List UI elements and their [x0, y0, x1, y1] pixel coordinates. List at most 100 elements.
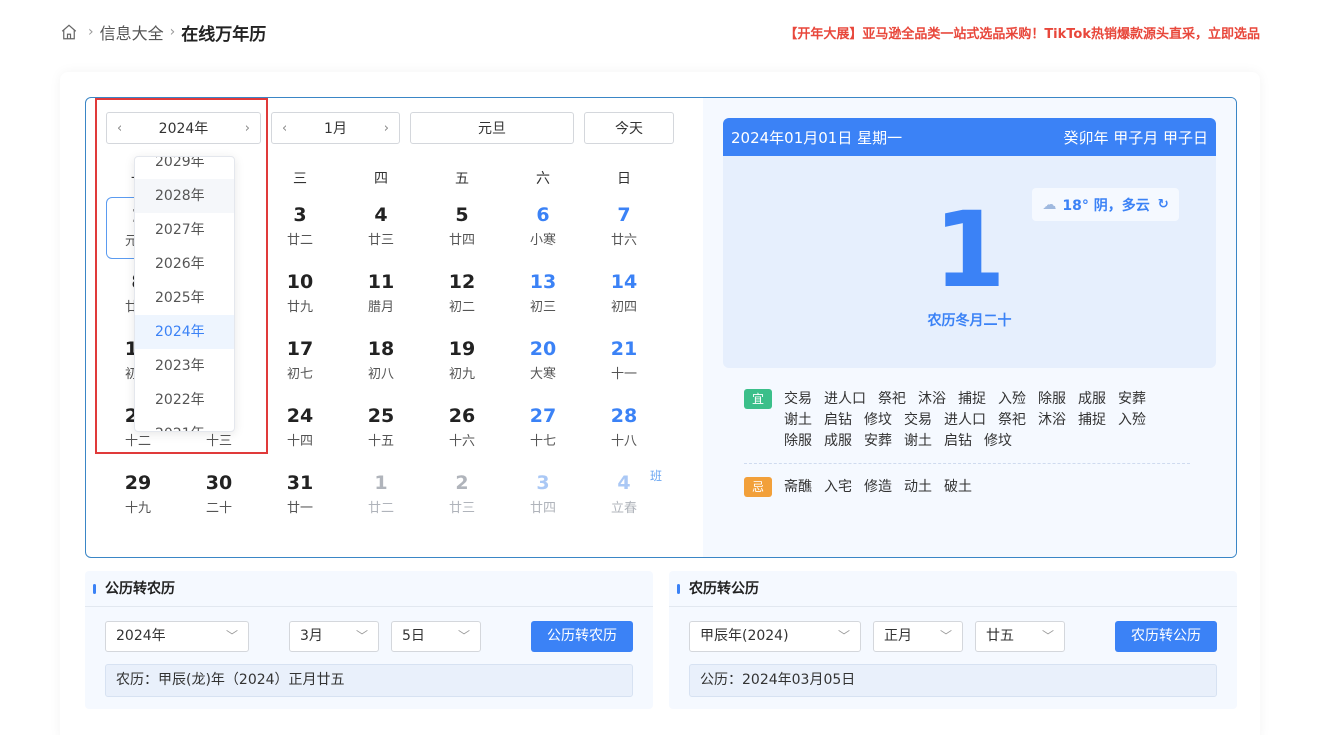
day-number: 17 — [286, 338, 314, 360]
weather-text: 18° 阴，多云 — [1062, 197, 1150, 214]
yi-word: 修坟 — [864, 412, 892, 428]
yi-word: 祭祀 — [998, 412, 1026, 428]
lunar-day: 立春 — [610, 501, 637, 516]
calendar-day[interactable]: 24 十四 — [268, 398, 332, 460]
lunar-day: 廿四 — [529, 501, 556, 516]
day-number: 27 — [529, 405, 557, 427]
yi-word: 安葬 — [864, 433, 892, 449]
solar-to-lunar-panel: 公历转农历 2024年 ﹀ 3月 ﹀ 5日 ﹀ 公历转农历 农历：甲辰(龙)年（202… — [85, 571, 653, 709]
yi-word: 交易 — [784, 391, 812, 407]
prev-month-icon[interactable]: ‹ — [282, 121, 287, 136]
solar-day-select[interactable]: 5日 ﹀ — [391, 621, 481, 652]
calendar-day[interactable]: 3 廿二 — [268, 197, 332, 259]
calendar-day[interactable]: 2 廿三 — [430, 465, 494, 527]
next-month-icon[interactable]: › — [384, 121, 389, 136]
ji-word: 破土 — [944, 479, 972, 495]
ji-word: 斋醮 — [784, 479, 812, 495]
lunar-day: 初三 — [529, 300, 556, 315]
solar-to-lunar-title: 公历转农历 — [85, 571, 653, 607]
day-number: 31 — [286, 472, 314, 494]
ji-word: 入宅 — [824, 479, 852, 495]
yi-word: 进人口 — [824, 391, 866, 407]
yi-words: 交易 进人口 祭祀 沐浴 捕捉 入殓 除服 成服 安葬谢土 启钻 修坟 交易 进人口 祭祀 沐浴 捕捉 入殓除服… — [784, 389, 1194, 452]
chevron-right-icon: › — [169, 24, 176, 40]
yi-word: 祭祀 — [878, 391, 906, 407]
solar-year-select[interactable]: 2024年 ﹀ — [105, 621, 249, 652]
calendar-day[interactable]: 12 初二 — [430, 264, 494, 326]
lunar-day: 十八 — [610, 434, 637, 449]
lunar-day: 腊月 — [367, 300, 394, 315]
calendar-day[interactable]: 4 立春 班 — [592, 465, 662, 527]
calendar-day[interactable]: 29 十九 — [106, 465, 170, 527]
weekday-header: 五 — [455, 171, 469, 187]
top-bar: › 信息大全 › 在线万年历 【开年大展】亚马逊全品类一站式选品采购！TikTo… — [60, 18, 1260, 46]
day-number: 21 — [610, 338, 638, 360]
lunar-date: 农历冬月二十 — [927, 313, 1012, 329]
lunar-day: 十五 — [367, 434, 394, 449]
calendar-day[interactable]: 7 廿六 — [592, 197, 656, 259]
lunar-year-select[interactable]: 甲辰年(2024) ﹀ — [689, 621, 861, 652]
calendar-day[interactable]: 31 廿一 — [268, 465, 332, 527]
yi-word: 进人口 — [944, 412, 986, 428]
calendar-day[interactable]: 1 廿二 — [349, 465, 413, 527]
lunar-day: 十四 — [286, 434, 313, 449]
yi-word: 谢土 — [904, 433, 932, 449]
lunar-day-select[interactable]: 廿五 ﹀ — [975, 621, 1065, 652]
lunar-month-select[interactable]: 正月 ﹀ — [873, 621, 963, 652]
calendar-day[interactable]: 21 十一 — [592, 331, 656, 393]
calendar-day[interactable]: 28 十八 — [592, 398, 656, 460]
lunar-day: 十一 — [610, 367, 637, 382]
chevron-right-icon: › — [88, 24, 94, 40]
calendar-day[interactable]: 18 初八 — [349, 331, 413, 393]
day-number: 10 — [286, 271, 314, 293]
divider — [744, 463, 1190, 464]
yi-word: 启钻 — [824, 412, 852, 428]
day-number: 12 — [448, 271, 476, 293]
breadcrumb: › 信息大全 › 在线万年历 — [60, 20, 266, 45]
day-number: 11 — [367, 271, 395, 293]
holiday-select[interactable]: 元旦 — [410, 112, 574, 144]
calendar-day[interactable]: 14 初四 — [592, 264, 656, 326]
yi-word: 除服 — [1038, 391, 1066, 407]
calendar-day[interactable]: 25 十五 — [349, 398, 413, 460]
calendar-day[interactable]: 10 廿九 — [268, 264, 332, 326]
yi-section: 宜 交易 进人口 祭祀 沐浴 捕捉 入殓 除服 成服 安葬谢土 启钻 修坟 交易 进人口 祭祀 沐浴 捕捉 入殓… — [744, 389, 1194, 459]
today-button[interactable]: 今天 — [584, 112, 674, 144]
yi-word: 启钻 — [944, 433, 972, 449]
chevron-down-icon: ﹀ — [837, 629, 850, 643]
calendar-day[interactable]: 6 小寒 — [511, 197, 575, 259]
lunar-day: 十七 — [529, 434, 556, 449]
refresh-icon[interactable]: ↻ — [1158, 197, 1169, 212]
day-number: 4 — [374, 204, 388, 226]
lunar-to-solar-button[interactable]: 农历转公历 — [1115, 621, 1217, 652]
calendar-day[interactable]: 20 大寒 — [511, 331, 575, 393]
lunar-day: 十六 — [448, 434, 475, 449]
lunar-to-solar-result: 公历：2024年03月05日 — [689, 664, 1217, 697]
calendar-day[interactable]: 19 初九 — [430, 331, 494, 393]
calendar-day[interactable]: 13 初三 — [511, 264, 575, 326]
date-line: 2024年01月01日 星期一 — [731, 128, 903, 147]
today-button-label: 今天 — [615, 121, 643, 137]
calendar-day[interactable]: 26 十六 — [430, 398, 494, 460]
cloud-icon: ☁ — [1042, 196, 1057, 213]
promo-link[interactable]: 【开年大展】亚马逊全品类一站式选品采购！TikTok热销爆款源头直采，立即选品 — [784, 23, 1260, 42]
calendar-day[interactable]: 3 廿四 — [511, 465, 575, 527]
home-icon[interactable] — [60, 23, 78, 41]
calendar-day[interactable]: 27 十七 — [511, 398, 575, 460]
calendar-day[interactable]: 5 廿四 — [430, 197, 494, 259]
breadcrumb-item[interactable]: 信息大全 — [100, 20, 164, 44]
calendar-day[interactable]: 4 廿三 — [349, 197, 413, 259]
lunar-to-solar-title: 农历转公历 — [669, 571, 1237, 607]
chevron-down-icon: ﹀ — [457, 629, 470, 643]
ji-badge: 忌 — [744, 477, 772, 497]
calendar-day[interactable]: 11 腊月 — [349, 264, 413, 326]
solar-to-lunar-button[interactable]: 公历转农历 — [531, 621, 633, 652]
solar-month-select[interactable]: 3月 ﹀ — [289, 621, 379, 652]
lunar-day: 初二 — [448, 300, 475, 315]
weather-widget[interactable]: ☁ 18° 阴，多云 ↻ — [1032, 188, 1179, 221]
lunar-day: 大寒 — [529, 367, 556, 382]
lunar-day: 廿三 — [448, 501, 475, 516]
month-select[interactable]: ‹ 1月 › — [271, 112, 400, 144]
calendar-day[interactable]: 30 二十 — [187, 465, 251, 527]
calendar-day[interactable]: 17 初七 — [268, 331, 332, 393]
